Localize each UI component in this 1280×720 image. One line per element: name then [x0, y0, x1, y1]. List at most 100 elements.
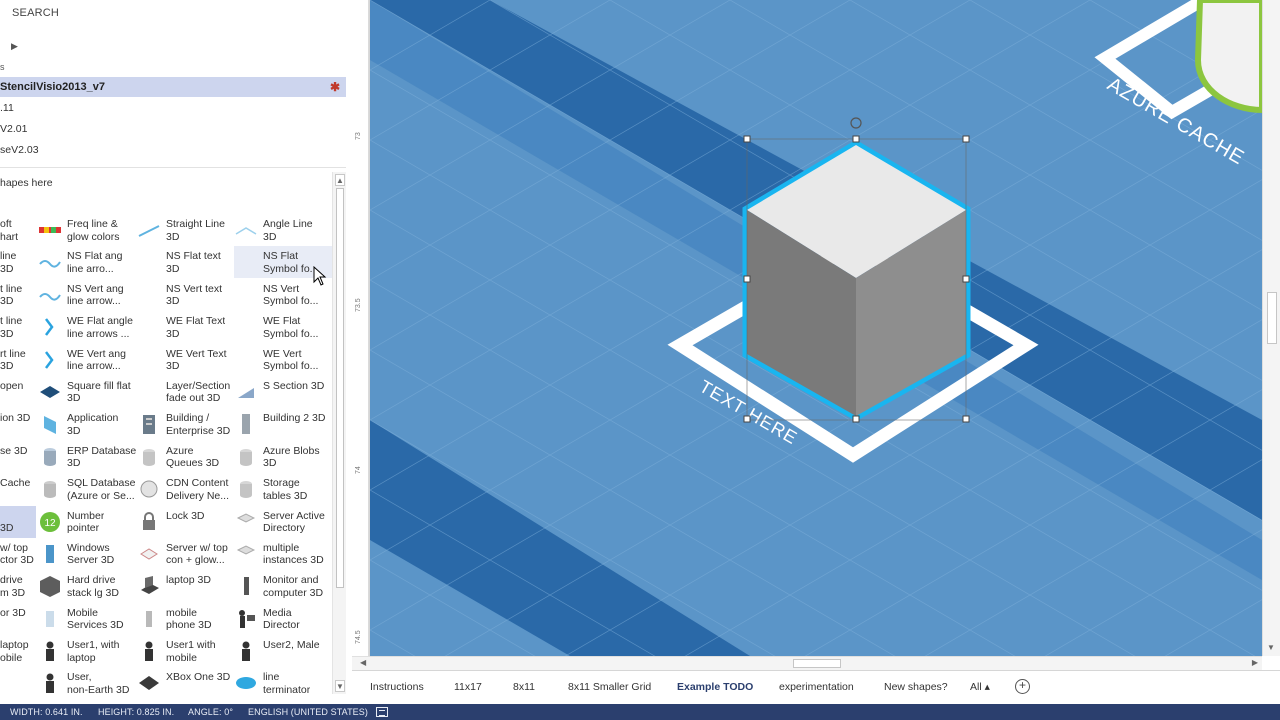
- shape-item[interactable]: open: [0, 376, 36, 408]
- shape-item[interactable]: line 3D: [0, 246, 36, 278]
- add-page-icon[interactable]: +: [1015, 679, 1030, 694]
- expand-arrow-icon[interactable]: ▶: [11, 41, 18, 52]
- shape-item[interactable]: S Section 3D: [234, 376, 332, 408]
- shape-item[interactable]: or 3D: [0, 603, 36, 635]
- scroll-thumb[interactable]: [1267, 292, 1277, 344]
- scroll-left-icon[interactable]: ◀: [360, 658, 366, 667]
- canvas-horizontal-scrollbar[interactable]: ◀ ▶: [352, 656, 1262, 670]
- shape-item[interactable]: User1, with laptop: [38, 635, 136, 667]
- stencil-item[interactable]: V2.01: [0, 123, 27, 135]
- shape-item[interactable]: XBox One 3D: [137, 667, 235, 699]
- icon-cdn: [137, 477, 161, 501]
- shape-item[interactable]: CDN Content Delivery Ne...: [137, 473, 235, 505]
- shape-item[interactable]: WE Vert ang line arrow...: [38, 344, 136, 376]
- shape-item[interactable]: Server w/ top con + glow...: [137, 538, 235, 570]
- status-language[interactable]: ENGLISH (UNITED STATES): [248, 707, 368, 717]
- shape-item[interactable]: se 3D: [0, 441, 36, 473]
- shape-item-label: t line 3D: [0, 315, 23, 340]
- shape-item[interactable]: WE Vert Symbol fo...: [234, 344, 332, 376]
- scroll-up-icon[interactable]: ▲: [335, 174, 345, 186]
- shape-item[interactable]: Freq line & glow colors: [38, 214, 136, 246]
- shape-item[interactable]: Monitor and computer 3D: [234, 570, 332, 602]
- tab-new-shapes[interactable]: New shapes?: [884, 681, 948, 693]
- status-width[interactable]: WIDTH: 0.641 IN.: [10, 707, 83, 717]
- stencil-edit-icon[interactable]: ✱: [330, 80, 340, 94]
- shape-item[interactable]: NS Vert ang line arrow...: [38, 279, 136, 311]
- icon-blank: [137, 315, 161, 339]
- scroll-thumb[interactable]: [336, 188, 344, 588]
- icon-number: 12: [38, 510, 62, 534]
- selected-cube-shape[interactable]: [742, 139, 971, 422]
- shape-item[interactable]: rt line 3D: [0, 344, 36, 376]
- shape-item[interactable]: WE Flat Text 3D: [137, 311, 235, 343]
- stencil-item[interactable]: seV2.03: [0, 144, 39, 156]
- shape-item[interactable]: ion 3D: [0, 408, 36, 440]
- shape-item[interactable]: NS Flat ang line arro...: [38, 246, 136, 278]
- shape-item[interactable]: t line 3D: [0, 311, 36, 343]
- shape-item[interactable]: User2, Male: [234, 635, 332, 667]
- shape-item[interactable]: Straight Line 3D: [137, 214, 235, 246]
- shape-item[interactable]: Storage tables 3D: [234, 473, 332, 505]
- svg-text:12: 12: [44, 518, 56, 529]
- shape-item[interactable]: Lock 3D: [137, 506, 235, 538]
- shape-item[interactable]: w/ top ctor 3D: [0, 538, 36, 570]
- shape-item[interactable]: Building / Enterprise 3D: [137, 408, 235, 440]
- shape-item-label: User1 with mobile: [166, 639, 216, 664]
- tab-11x17[interactable]: 11x17: [454, 681, 482, 693]
- scroll-thumb[interactable]: [793, 659, 841, 668]
- shape-item[interactable]: 12 Number pointer: [38, 506, 136, 538]
- scroll-down-icon[interactable]: ▼: [1267, 643, 1275, 652]
- shape-item[interactable]: Building 2 3D: [234, 408, 332, 440]
- shape-item[interactable]: Layer/Section fade out 3D: [137, 376, 235, 408]
- macro-record-icon[interactable]: [376, 707, 388, 717]
- shape-item[interactable]: Azure Blobs 3D: [234, 441, 332, 473]
- shape-item[interactable]: oft hart: [0, 214, 36, 246]
- shape-item[interactable]: line terminator: [234, 667, 332, 699]
- shape-item[interactable]: multiple instances 3D: [234, 538, 332, 570]
- tab-example-todo[interactable]: Example TODO: [677, 681, 753, 693]
- shape-item[interactable]: Application 3D: [38, 408, 136, 440]
- shape-item[interactable]: Cache: [0, 473, 36, 505]
- shape-item[interactable]: NS Flat text 3D: [137, 246, 235, 278]
- shape-item[interactable]: Windows Server 3D: [38, 538, 136, 570]
- shape-item-label: Square fill flat 3D: [67, 379, 131, 405]
- tab-8x11-smaller-grid[interactable]: 8x11 Smaller Grid: [568, 681, 651, 693]
- shape-item[interactable]: mobile phone 3D: [137, 603, 235, 635]
- shape-item[interactable]: ERP Database 3D: [38, 441, 136, 473]
- tab-8x11[interactable]: 8x11: [513, 681, 535, 693]
- tab-all-pages-menu[interactable]: All ▴: [970, 681, 990, 693]
- shape-item[interactable]: Mobile Services 3D: [38, 603, 136, 635]
- shape-item[interactable]: laptop obile: [0, 635, 36, 667]
- search-label[interactable]: SEARCH: [12, 7, 59, 19]
- scroll-right-icon[interactable]: ▶: [1252, 658, 1258, 667]
- shape-item[interactable]: laptop 3D: [137, 570, 235, 602]
- shape-item[interactable]: User1 with mobile: [137, 635, 235, 667]
- shape-item[interactable]: 3D: [0, 505, 36, 538]
- shape-item[interactable]: WE Flat Symbol fo...: [234, 311, 332, 343]
- shape-item-label: Building / Enterprise 3D: [166, 412, 231, 437]
- shape-item[interactable]: Azure Queues 3D: [137, 441, 235, 473]
- canvas-vertical-scrollbar[interactable]: ▼: [1262, 0, 1280, 656]
- shape-item[interactable]: Square fill flat 3D: [38, 376, 136, 408]
- shape-item[interactable]: drive m 3D: [0, 570, 36, 602]
- tab-instructions[interactable]: Instructions: [370, 681, 424, 693]
- shape-item[interactable]: t line 3D: [0, 279, 36, 311]
- active-stencil[interactable]: StencilVisio2013_v7 ✱: [0, 77, 346, 97]
- shape-item[interactable]: Media Director: [234, 603, 332, 635]
- shapes-scrollbar[interactable]: ▲ ▼: [332, 172, 346, 694]
- status-height[interactable]: HEIGHT: 0.825 IN.: [98, 707, 174, 717]
- shape-item[interactable]: WE Vert Text 3D: [137, 344, 235, 376]
- shape-item[interactable]: NS Vert text 3D: [137, 279, 235, 311]
- stencil-item[interactable]: .11: [0, 102, 14, 114]
- shape-item[interactable]: SQL Database (Azure or Se...: [38, 473, 136, 505]
- shape-item[interactable]: [0, 667, 36, 699]
- tab-experimentation[interactable]: experimentation: [779, 681, 854, 693]
- shape-item[interactable]: Hard drive stack lg 3D: [38, 570, 136, 602]
- drawing-canvas[interactable]: AZURE CACHE TEXT HERE: [370, 0, 1262, 656]
- shape-item[interactable]: Server Active Directory: [234, 506, 332, 538]
- shape-item[interactable]: User, non-Earth 3D: [38, 667, 136, 699]
- status-angle[interactable]: ANGLE: 0°: [188, 707, 233, 717]
- scroll-down-icon[interactable]: ▼: [335, 680, 345, 692]
- shape-item[interactable]: WE Flat angle line arrows ...: [38, 311, 136, 343]
- shape-item[interactable]: Angle Line 3D: [234, 214, 332, 246]
